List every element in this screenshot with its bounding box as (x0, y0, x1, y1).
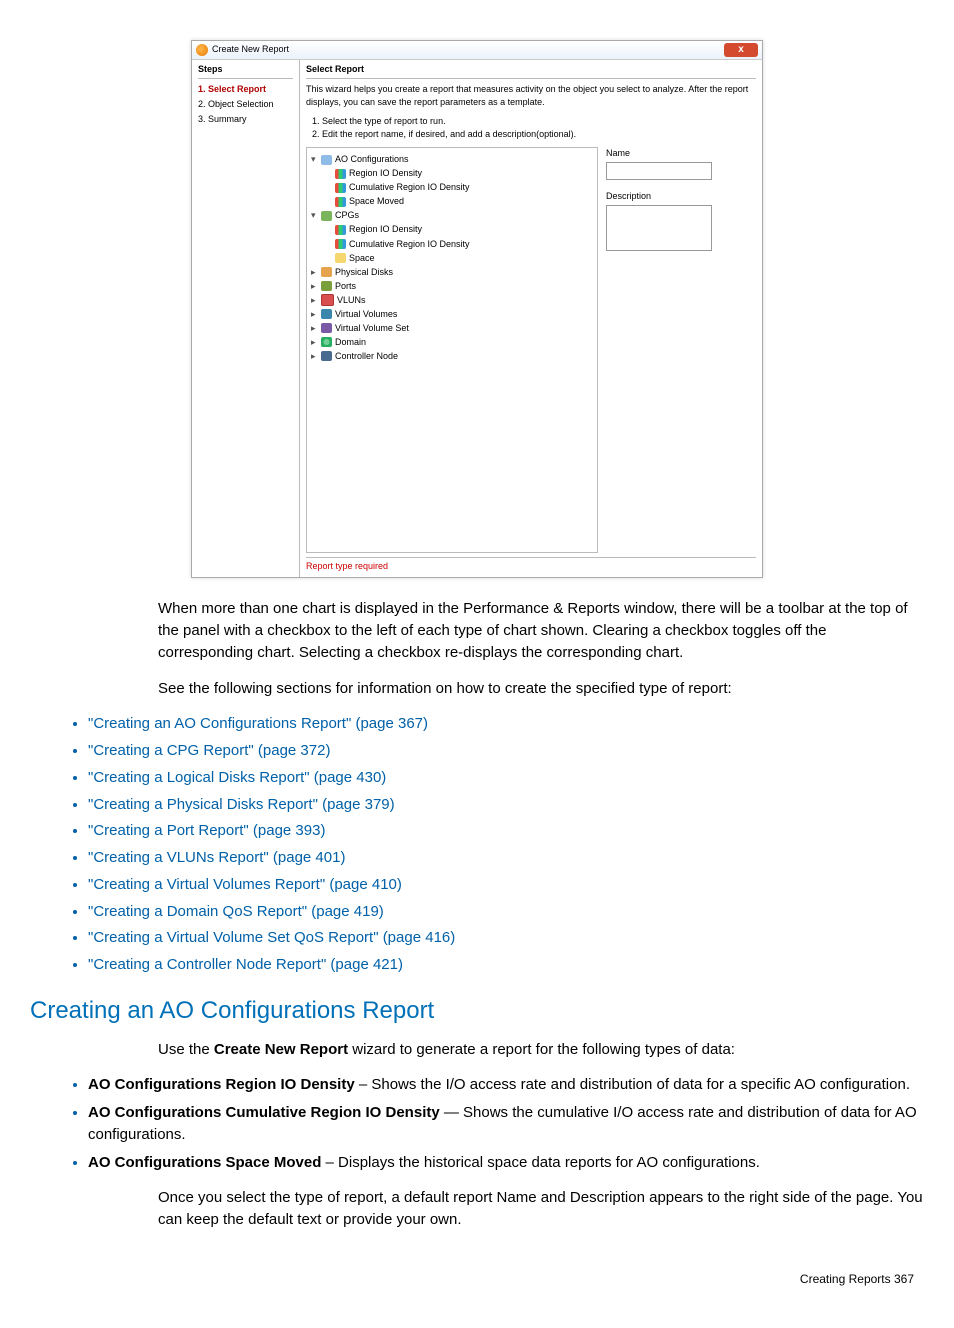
tree-toggle-icon[interactable]: ▸ (311, 280, 319, 293)
tree-node[interactable]: ▸ Ports (311, 280, 593, 293)
link-item[interactable]: "Creating an AO Configurations Report" (… (88, 713, 924, 735)
instruction-item: Edit the report name, if desired, and ad… (322, 128, 756, 141)
section-heading: Creating an AO Configurations Report (30, 994, 924, 1029)
tree-node[interactable]: ▸ VLUNs (311, 294, 593, 307)
name-label: Name (606, 147, 756, 160)
steps-panel: Steps 1. Select Report 2. Object Selectio… (192, 60, 300, 577)
dialog-titlebar: Create New Report x (192, 41, 762, 60)
link-item[interactable]: "Creating a Port Report" (page 393) (88, 820, 924, 842)
links-list: "Creating an AO Configurations Report" (… (30, 713, 924, 976)
tree-node[interactable]: ▸ Domain (311, 336, 593, 349)
tree-node[interactable]: Region IO Density (325, 167, 593, 180)
tree-node-label: Space Moved (349, 195, 404, 208)
tree-node-label: Virtual Volumes (335, 308, 397, 321)
folder-icon (321, 155, 332, 165)
tree-node-label: Domain (335, 336, 366, 349)
wizard-step[interactable]: 3. Summary (198, 113, 293, 126)
dom-icon (321, 337, 332, 347)
tree-node[interactable]: ▾ AO Configurations (311, 153, 593, 166)
cpg-icon (321, 211, 332, 221)
tree-node-label: CPGs (335, 209, 359, 222)
link-item[interactable]: "Creating a Virtual Volumes Report" (pag… (88, 874, 924, 896)
chart-icon (335, 225, 346, 235)
error-message: Report type required (306, 557, 756, 573)
definition-list: AO Configurations Region IO Density – Sh… (30, 1074, 924, 1173)
tree-node-label: Cumulative Region IO Density (349, 181, 470, 194)
tree-node[interactable]: ▸ Virtual Volumes (311, 308, 593, 321)
tree-node-label: AO Configurations (335, 153, 409, 166)
list-item: AO Configurations Space Moved – Displays… (88, 1152, 924, 1174)
tree-node-label: Region IO Density (349, 167, 422, 180)
steps-header: Steps (198, 63, 293, 79)
app-icon (196, 44, 208, 56)
vvs-icon (321, 323, 332, 333)
tree-node[interactable]: Region IO Density (325, 223, 593, 236)
tree-node-label: Controller Node (335, 350, 398, 363)
tree-node-label: Space (349, 252, 375, 265)
tree-toggle-icon[interactable]: ▸ (311, 350, 319, 363)
paragraph: Use the Create New Report wizard to gene… (158, 1039, 924, 1061)
paragraph: Once you select the type of report, a de… (158, 1187, 924, 1231)
link-item[interactable]: "Creating a Controller Node Report" (pag… (88, 954, 924, 976)
description-input[interactable] (606, 205, 712, 251)
tree-node[interactable]: ▸ Physical Disks (311, 266, 593, 279)
tree-node-label: Ports (335, 280, 356, 293)
tree-toggle-icon[interactable]: ▸ (311, 308, 319, 321)
chart-icon (335, 239, 346, 249)
main-header: Select Report (306, 63, 756, 79)
tree-toggle-icon[interactable]: ▸ (311, 336, 319, 349)
dialog-title: Create New Report (212, 43, 724, 56)
wizard-step[interactable]: 2. Object Selection (198, 98, 293, 111)
tree-node[interactable]: Cumulative Region IO Density (325, 181, 593, 194)
tree-node-label: Region IO Density (349, 223, 422, 236)
description-label: Description (606, 190, 756, 203)
tree-node[interactable]: ▾ CPGs (311, 209, 593, 222)
tree-node-label: Physical Disks (335, 266, 393, 279)
wizard-step[interactable]: 1. Select Report (198, 83, 293, 96)
tree-node[interactable]: Space (325, 252, 593, 265)
chart-icon (335, 197, 346, 207)
paragraph: See the following sections for informati… (158, 678, 924, 700)
page-footer: Creating Reports 367 (30, 1271, 924, 1288)
tree-toggle-icon[interactable]: ▾ (311, 209, 319, 222)
report-type-tree[interactable]: ▾AO ConfigurationsRegion IO DensityCumul… (306, 147, 598, 553)
chart-icon (335, 169, 346, 179)
tree-node[interactable]: Space Moved (325, 195, 593, 208)
link-item[interactable]: "Creating a Logical Disks Report" (page … (88, 767, 924, 789)
properties-panel: Name Description (598, 147, 756, 553)
paragraph: When more than one chart is displayed in… (158, 598, 924, 663)
space-icon (335, 253, 346, 263)
tree-toggle-icon[interactable]: ▸ (311, 322, 319, 335)
tree-node-label: VLUNs (337, 294, 366, 307)
vlun-icon (321, 294, 334, 306)
instruction-item: Select the type of report to run. (322, 115, 756, 128)
close-button[interactable]: x (724, 43, 758, 57)
cn-icon (321, 351, 332, 361)
tree-node[interactable]: ▸ Controller Node (311, 350, 593, 363)
tree-node[interactable]: ▸ Virtual Volume Set (311, 322, 593, 335)
link-item[interactable]: "Creating a CPG Report" (page 372) (88, 740, 924, 762)
link-item[interactable]: "Creating a Physical Disks Report" (page… (88, 794, 924, 816)
wizard-dialog: Create New Report x Steps 1. Select Repo… (191, 40, 763, 578)
link-item[interactable]: "Creating a VLUNs Report" (page 401) (88, 847, 924, 869)
tree-node[interactable]: Cumulative Region IO Density (325, 238, 593, 251)
tree-toggle-icon[interactable]: ▸ (311, 294, 319, 307)
vv-icon (321, 309, 332, 319)
tree-node-label: Virtual Volume Set (335, 322, 409, 335)
tree-toggle-icon[interactable]: ▸ (311, 266, 319, 279)
chart-icon (335, 183, 346, 193)
main-panel: Select Report This wizard helps you crea… (300, 60, 762, 577)
ports-icon (321, 281, 332, 291)
instructions: Select the type of report to run.Edit th… (322, 115, 756, 141)
list-item: AO Configurations Cumulative Region IO D… (88, 1102, 924, 1146)
name-input[interactable] (606, 162, 712, 180)
list-item: AO Configurations Region IO Density – Sh… (88, 1074, 924, 1096)
intro-text: This wizard helps you create a report th… (306, 83, 756, 109)
link-item[interactable]: "Creating a Virtual Volume Set QoS Repor… (88, 927, 924, 949)
pd-icon (321, 267, 332, 277)
tree-node-label: Cumulative Region IO Density (349, 238, 470, 251)
link-item[interactable]: "Creating a Domain QoS Report" (page 419… (88, 901, 924, 923)
tree-toggle-icon[interactable]: ▾ (311, 153, 319, 166)
